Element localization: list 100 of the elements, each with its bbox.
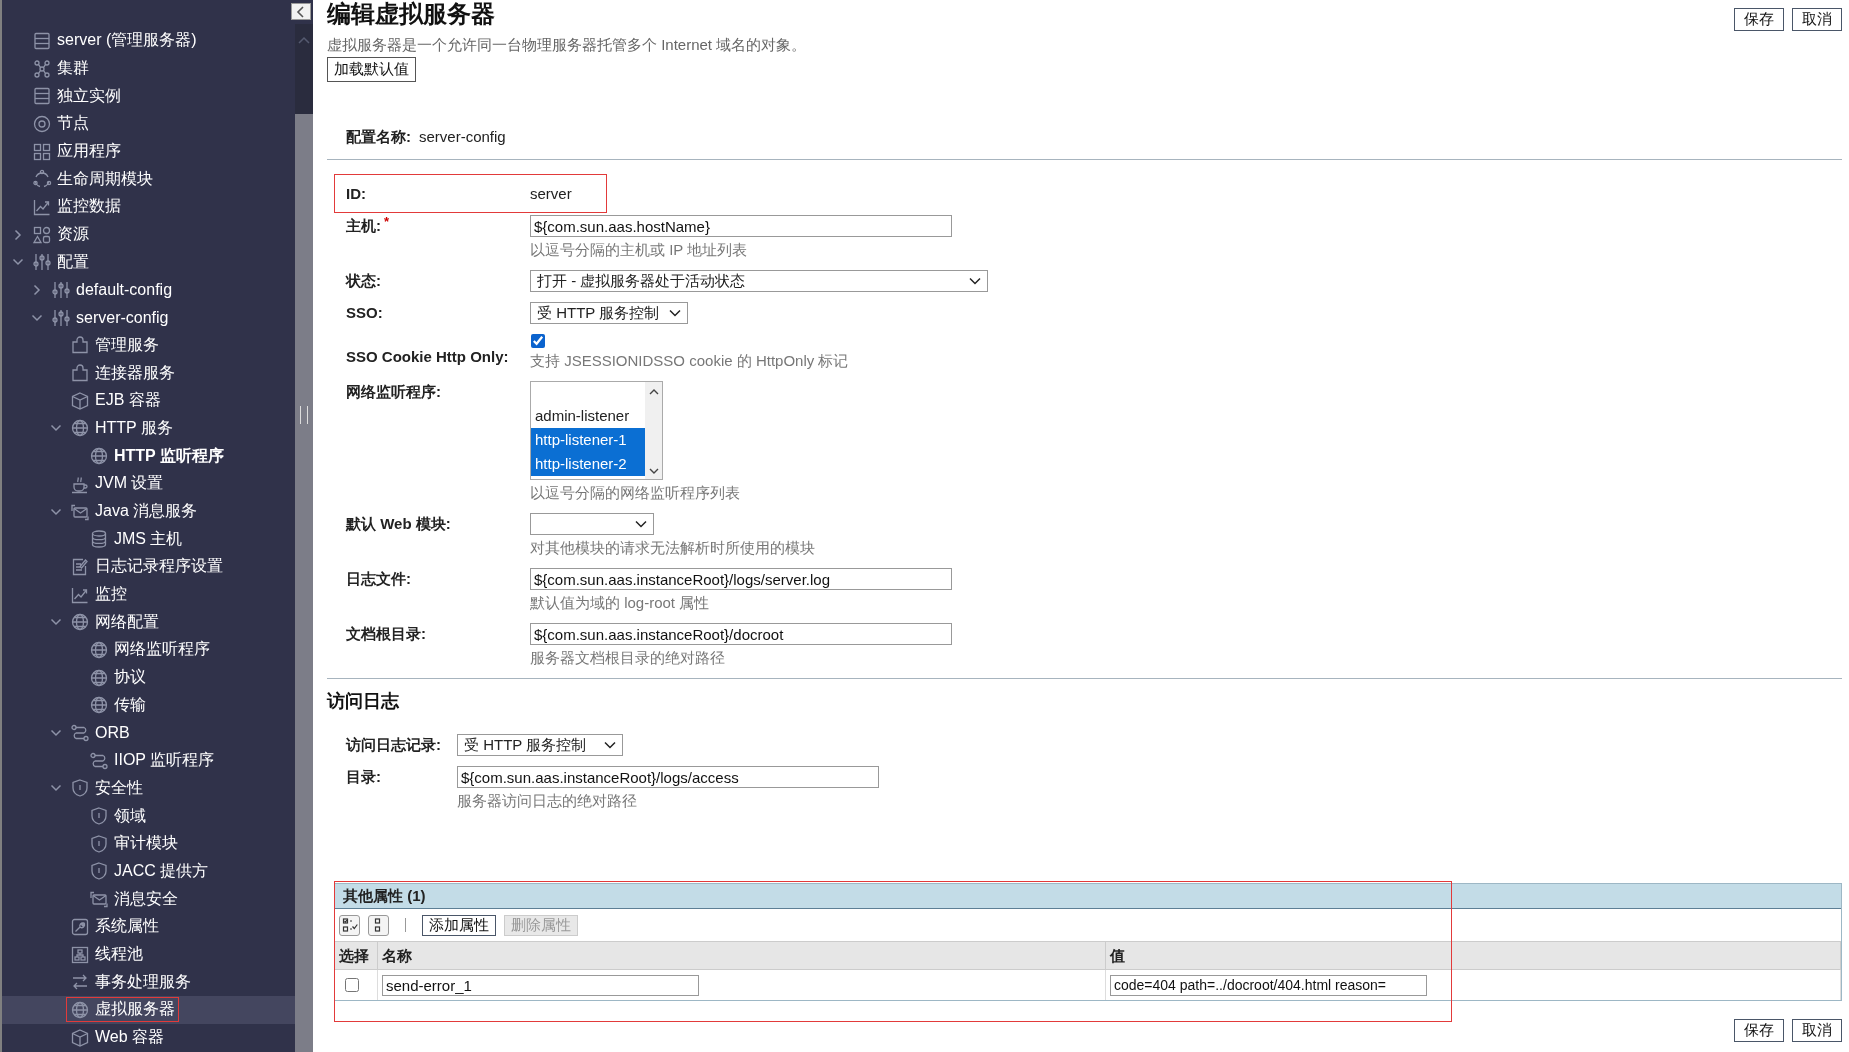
tree-label: 事务处理服务	[95, 971, 191, 992]
tree-item[interactable]: Java 消息服务	[2, 497, 295, 526]
load-defaults-button[interactable]: 加载默认值	[327, 57, 416, 82]
action-button[interactable]: 取消	[1792, 1019, 1842, 1042]
tree-item[interactable]: 审计模块	[2, 829, 295, 858]
tree-item[interactable]: 日志记录程序设置	[2, 553, 295, 581]
grid-icon	[32, 141, 52, 162]
section-title: 访问日志	[327, 690, 400, 712]
caret-icon	[969, 277, 981, 285]
document-icon	[70, 556, 90, 577]
tree-item[interactable]: 线程池	[2, 940, 295, 969]
tree-item[interactable]: JMS 主机	[2, 525, 295, 554]
input-field[interactable]: ${com.sun.aas.hostName}	[530, 215, 952, 237]
tree-label: server-config	[76, 308, 169, 327]
tree-item[interactable]: 节点	[2, 110, 295, 138]
org-chart-icon	[70, 944, 90, 965]
tree-item[interactable]: 资源	[2, 220, 295, 249]
input-field[interactable]: ${com.sun.aas.instanceRoot}/docroot	[530, 623, 952, 645]
checkbox[interactable]	[531, 334, 545, 348]
tree-item[interactable]: Web 容器	[2, 1023, 295, 1052]
list-box[interactable]: admin-listener http-listener-1 http-listener-2	[530, 381, 663, 480]
shield-icon	[70, 778, 90, 799]
field-label: 默认 Web 模块:	[346, 515, 451, 532]
tree-item[interactable]: 系统属性	[2, 913, 295, 941]
tree-item[interactable]: 网络监听程序	[2, 636, 295, 664]
route-icon	[89, 750, 109, 771]
tree-label: ORB	[95, 724, 130, 743]
list-option[interactable]: http-listener-2	[531, 452, 645, 476]
list-option[interactable]: admin-listener	[531, 404, 645, 428]
property-button[interactable]: 添加属性	[422, 914, 496, 936]
tree-item[interactable]: 虚拟服务器	[2, 996, 295, 1024]
tree-item[interactable]: 应用程序	[2, 137, 295, 166]
tree-item[interactable]: 消息安全	[2, 885, 295, 913]
collapse-sidebar-button[interactable]	[291, 3, 311, 20]
tree-item[interactable]: default-config	[2, 276, 295, 304]
scrollbar[interactable]	[295, 24, 313, 1052]
tree-item[interactable]: IIOP 监听程序	[2, 746, 295, 775]
input-field[interactable]: ${com.sun.aas.instanceRoot}/logs/server.log	[530, 568, 952, 590]
tree-label: 日志记录程序设置	[95, 556, 223, 577]
dropdown[interactable]: 受 HTTP 服务控制	[530, 302, 689, 324]
tree-item[interactable]: HTTP 监听程序	[2, 442, 295, 470]
deselect-all-button[interactable]	[368, 914, 389, 936]
tree-item[interactable]: 配置	[2, 248, 295, 277]
field-label: 访问日志记录:	[346, 736, 441, 753]
scroll-up-icon[interactable]	[648, 388, 659, 395]
dropdown[interactable]: 受 HTTP 服务控制	[457, 734, 623, 756]
tree-item[interactable]: server (管理服务器)	[2, 27, 295, 55]
input-field[interactable]: code=404 path=../docroot/404.html reason=	[1110, 974, 1427, 996]
action-button[interactable]: 保存	[1734, 1019, 1784, 1042]
tree-item[interactable]: EJB 容器	[2, 386, 295, 415]
tree-label: Java 消息服务	[95, 501, 198, 522]
scroll-down-icon[interactable]	[648, 468, 659, 475]
target-icon	[32, 113, 52, 134]
input-field[interactable]: ${com.sun.aas.instanceRoot}/logs/access	[457, 766, 879, 788]
tree-label: 虚拟服务器	[95, 999, 175, 1020]
tree-item[interactable]: ORB	[2, 719, 295, 747]
caret-icon	[669, 309, 682, 317]
chevron-icon[interactable]	[31, 284, 43, 297]
tree-item[interactable]: 连接器服务	[2, 359, 295, 387]
tree-item[interactable]: 领域	[2, 802, 295, 830]
scrollbar-thumb[interactable]	[300, 406, 308, 424]
globe-icon	[89, 639, 109, 660]
globe-icon	[89, 446, 109, 467]
tree-item[interactable]: 独立实例	[2, 82, 295, 111]
tree-item[interactable]: server-config	[2, 303, 295, 332]
chevron-icon[interactable]	[12, 228, 24, 241]
tree-item[interactable]: 集群	[2, 54, 295, 83]
tree-item[interactable]: 生命周期模块	[2, 165, 295, 194]
select-all-icon	[341, 917, 358, 933]
tree-item[interactable]: 监控数据	[2, 193, 295, 221]
tree-item[interactable]: 网络配置	[2, 608, 295, 637]
tree-item[interactable]: 协议	[2, 663, 295, 692]
action-button[interactable]: 保存	[1734, 8, 1784, 31]
network-icon	[32, 58, 52, 79]
tree-item[interactable]: 管理服务	[2, 331, 295, 360]
column-header: 选择	[335, 942, 378, 969]
tree-label: 审计模块	[114, 833, 178, 854]
checkbox[interactable]	[345, 978, 359, 992]
help-text: 对其他模块的请求无法解析时所使用的模块	[530, 538, 815, 558]
tree-item[interactable]: 安全性	[2, 774, 295, 803]
tree-item[interactable]: JACC 提供方	[2, 857, 295, 886]
tree-item[interactable]: JVM 设置	[2, 470, 295, 498]
column-header: 值	[1106, 942, 1841, 969]
tree-label: 传输	[114, 694, 146, 715]
select-all-button[interactable]	[339, 914, 360, 936]
tree-item[interactable]: 事务处理服务	[2, 968, 295, 997]
tree-label: 协议	[114, 667, 146, 688]
globe-icon	[89, 695, 109, 716]
globe-icon	[89, 667, 109, 688]
globe-icon	[70, 999, 90, 1020]
tree-item[interactable]: 传输	[2, 691, 295, 720]
scrollbar[interactable]	[645, 382, 662, 479]
input-field[interactable]: send-error_1	[382, 974, 699, 996]
list-option[interactable]: http-listener-1	[531, 428, 645, 452]
dropdown[interactable]: 打开 - 虚拟服务器处于活动状态	[530, 270, 988, 292]
shapes-icon	[32, 224, 52, 245]
tree-item[interactable]: HTTP 服务	[2, 414, 295, 443]
dropdown[interactable]	[530, 513, 654, 535]
action-button[interactable]: 取消	[1792, 8, 1842, 31]
tree-item[interactable]: 监控	[2, 580, 295, 609]
